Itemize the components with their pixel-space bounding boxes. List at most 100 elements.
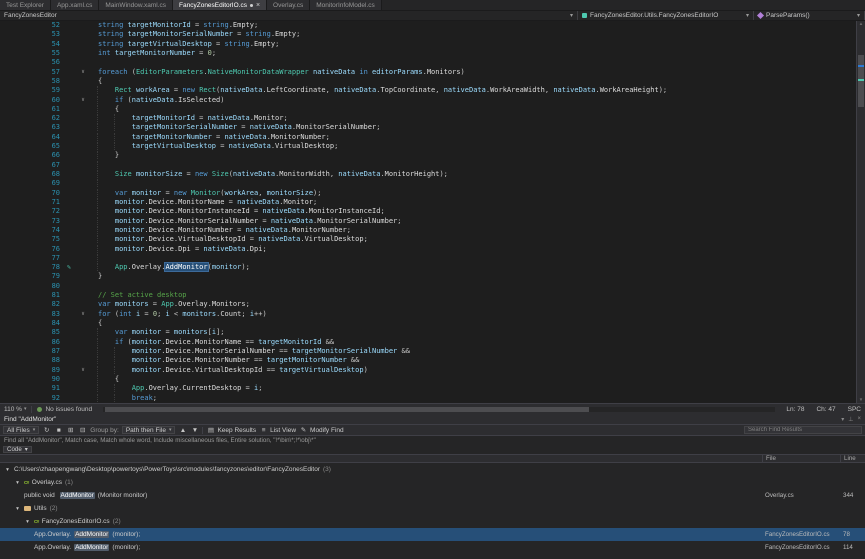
scrollbar-thumb[interactable] bbox=[858, 55, 864, 107]
group-by-dropdown[interactable]: Path then File ▾ bbox=[122, 426, 176, 434]
code-line[interactable]: 65 targetVirtualDesktop = nativeData.Vir… bbox=[0, 142, 856, 151]
code-line[interactable]: 55int targetMonitorNumber = 0; bbox=[0, 49, 856, 58]
code-line[interactable]: 59 Rect workArea = new Rect(nativeData.L… bbox=[0, 86, 856, 95]
stop-search-icon[interactable]: ■ bbox=[54, 426, 63, 435]
list-view-button[interactable]: ≡ List View bbox=[259, 426, 296, 435]
line-number: 77 bbox=[0, 254, 62, 263]
code-line[interactable]: 82var monitors = App.Overlay.Monitors; bbox=[0, 300, 856, 309]
repeat-search-icon[interactable]: ↻ bbox=[42, 426, 51, 435]
window-menu-icon[interactable]: ▾ bbox=[841, 416, 844, 423]
line-column-header[interactable]: Line bbox=[840, 455, 865, 462]
code-line[interactable]: 85 var monitor = monitors[i]; bbox=[0, 328, 856, 337]
code-column-header[interactable] bbox=[0, 455, 762, 462]
fold-arrow-icon[interactable]: ∨ bbox=[76, 68, 90, 77]
tab-fancyzoneseditorio-cs[interactable]: FancyZonesEditorIO.cs× bbox=[173, 0, 267, 10]
file-column-header[interactable]: File bbox=[762, 455, 840, 462]
result-group-row[interactable]: ▾C:\Users\zhaopengwang\Desktop\powertoys… bbox=[0, 463, 865, 476]
fold-arrow-icon[interactable]: ∨ bbox=[76, 310, 90, 319]
code-line[interactable]: 57∨foreach (EditorParameters.NativeMonit… bbox=[0, 68, 856, 77]
tab-mainwindow-xaml-cs[interactable]: MainWindow.xaml.cs bbox=[99, 0, 173, 10]
code-line[interactable]: 75 monitor.Device.VirtualDesktopId = nat… bbox=[0, 235, 856, 244]
class-dropdown[interactable]: FancyZonesEditor.Utils.FancyZonesEditorI… bbox=[578, 11, 754, 20]
code-line[interactable]: 90 { bbox=[0, 375, 856, 384]
find-results-search-input[interactable] bbox=[744, 426, 862, 434]
code-line[interactable]: 56 bbox=[0, 58, 856, 67]
code-line[interactable]: 53string targetMonitorSerialNumber = str… bbox=[0, 30, 856, 39]
result-match-row[interactable]: public void AddMonitor(Monitor monitor)O… bbox=[0, 489, 865, 502]
collapse-all-icon[interactable]: ⊟ bbox=[78, 426, 87, 435]
code-line[interactable]: 86 if (monitor.Device.MonitorName == tar… bbox=[0, 338, 856, 347]
code-editor[interactable]: 52string targetMonitorId = string.Empty;… bbox=[0, 21, 856, 403]
pin-icon[interactable]: ⊥ bbox=[848, 416, 853, 423]
tab-bar: Test ExplorerApp.xaml.csMainWindow.xaml.… bbox=[0, 0, 865, 11]
expand-all-icon[interactable]: ⊞ bbox=[66, 426, 75, 435]
editor-hscrollbar[interactable] bbox=[103, 407, 775, 412]
keep-results-toggle[interactable]: ▤ Keep Results bbox=[206, 426, 256, 435]
code-line[interactable]: 62 targetMonitorId = nativeData.Monitor; bbox=[0, 114, 856, 123]
code-line[interactable]: 69 bbox=[0, 179, 856, 188]
tab-test-explorer[interactable]: Test Explorer bbox=[0, 0, 51, 10]
fold-arrow-icon[interactable]: ∨ bbox=[76, 96, 90, 105]
fold-arrow-icon bbox=[76, 263, 90, 272]
expander-icon[interactable]: ▾ bbox=[4, 467, 11, 473]
code-line[interactable]: 76 monitor.Device.Dpi = nativeData.Dpi; bbox=[0, 245, 856, 254]
code-line[interactable]: 87 monitor.Device.MonitorSerialNumber ==… bbox=[0, 347, 856, 356]
expander-icon[interactable]: ▾ bbox=[14, 480, 21, 486]
code-line[interactable]: 81// Set active desktop bbox=[0, 291, 856, 300]
expander-icon[interactable]: ▾ bbox=[24, 519, 31, 525]
project-dropdown[interactable]: FancyZonesEditor ▾ bbox=[0, 11, 578, 20]
result-group-row[interactable]: ▾C#Overlay.cs(1) bbox=[0, 476, 865, 489]
fold-arrow-icon[interactable]: ∨ bbox=[76, 366, 90, 375]
code-line[interactable]: 91 App.Overlay.CurrentDesktop = i; bbox=[0, 384, 856, 393]
find-panel-titlebar[interactable]: Find "AddMonitor" ▾ ⊥ × bbox=[0, 414, 865, 424]
result-group-row[interactable]: ▾Utils(2) bbox=[0, 502, 865, 515]
code-line[interactable]: 83∨for (int i = 0; i < monitors.Count; i… bbox=[0, 310, 856, 319]
close-icon[interactable]: × bbox=[857, 416, 861, 423]
editor-vscrollbar[interactable]: ▲ ▼ bbox=[856, 21, 865, 403]
modify-find-button[interactable]: ✎ Modify Find bbox=[299, 426, 344, 435]
result-match-row[interactable]: App.Overlay.AddMonitor(monitor);FancyZon… bbox=[0, 528, 865, 541]
code-line[interactable]: 73 monitor.Device.MonitorSerialNumber = … bbox=[0, 217, 856, 226]
next-result-icon[interactable]: ▼ bbox=[190, 426, 199, 435]
expander-icon[interactable]: ▾ bbox=[14, 506, 21, 512]
result-group-row[interactable]: ▾C#FancyZonesEditorIO.cs(2) bbox=[0, 515, 865, 528]
files-filter-dropdown[interactable]: All Files ▾ bbox=[3, 426, 39, 434]
member-dropdown[interactable]: ParseParams() ▾ bbox=[754, 11, 865, 20]
code-line[interactable]: 70 var monitor = new Monitor(workArea, m… bbox=[0, 189, 856, 198]
code-line[interactable]: 64 targetMonitorNumber = nativeData.Moni… bbox=[0, 133, 856, 142]
code-line[interactable]: 74 monitor.Device.MonitorNumber = native… bbox=[0, 226, 856, 235]
code-line[interactable]: 68 Size monitorSize = new Size(nativeDat… bbox=[0, 170, 856, 179]
edit-pencil-icon bbox=[62, 254, 76, 263]
code-line[interactable]: 77 bbox=[0, 254, 856, 263]
hscrollbar-thumb[interactable] bbox=[105, 407, 589, 412]
code-line[interactable]: 78✎ App.Overlay.AddMonitor(monitor); bbox=[0, 263, 856, 272]
code-line[interactable]: 92 break; bbox=[0, 394, 856, 403]
document-health-indicator[interactable]: No issues found bbox=[37, 406, 92, 413]
code-filter-dropdown[interactable]: Code ▾ bbox=[3, 446, 32, 453]
code-line[interactable]: 88 monitor.Device.MonitorNumber == targe… bbox=[0, 356, 856, 365]
code-line[interactable]: 71 monitor.Device.MonitorName = nativeDa… bbox=[0, 198, 856, 207]
close-icon[interactable]: × bbox=[256, 2, 260, 9]
tab-monitorinfomodel-cs[interactable]: MonitorInfoModel.cs bbox=[310, 0, 382, 10]
code-line[interactable]: 84{ bbox=[0, 319, 856, 328]
code-line[interactable]: 60∨ if (nativeData.IsSelected) bbox=[0, 96, 856, 105]
code-line[interactable]: 61 { bbox=[0, 105, 856, 114]
tab-app-xaml-cs[interactable]: App.xaml.cs bbox=[51, 0, 99, 10]
scroll-up-icon[interactable]: ▲ bbox=[857, 21, 865, 27]
code-line[interactable]: 52string targetMonitorId = string.Empty; bbox=[0, 21, 856, 30]
code-line[interactable]: 72 monitor.Device.MonitorInstanceId = na… bbox=[0, 207, 856, 216]
code-line[interactable]: 58{ bbox=[0, 77, 856, 86]
code-text: for (int i = 0; i < monitors.Count; i++) bbox=[90, 310, 856, 319]
result-match-row[interactable]: App.Overlay.AddMonitor(monitor);FancyZon… bbox=[0, 541, 865, 554]
code-line[interactable]: 80 bbox=[0, 282, 856, 291]
code-line[interactable]: 66 } bbox=[0, 151, 856, 160]
code-line[interactable]: 67 bbox=[0, 161, 856, 170]
zoom-control[interactable]: 110 % ▾ bbox=[4, 406, 26, 413]
code-line[interactable]: 89∨ monitor.Device.VirtualDesktopId == t… bbox=[0, 366, 856, 375]
code-line[interactable]: 63 targetMonitorSerialNumber = nativeDat… bbox=[0, 123, 856, 132]
previous-result-icon[interactable]: ▲ bbox=[178, 426, 187, 435]
fold-arrow-icon bbox=[76, 328, 90, 337]
code-line[interactable]: 54string targetVirtualDesktop = string.E… bbox=[0, 40, 856, 49]
code-line[interactable]: 79} bbox=[0, 272, 856, 281]
tab-overlay-cs[interactable]: Overlay.cs bbox=[267, 0, 310, 10]
